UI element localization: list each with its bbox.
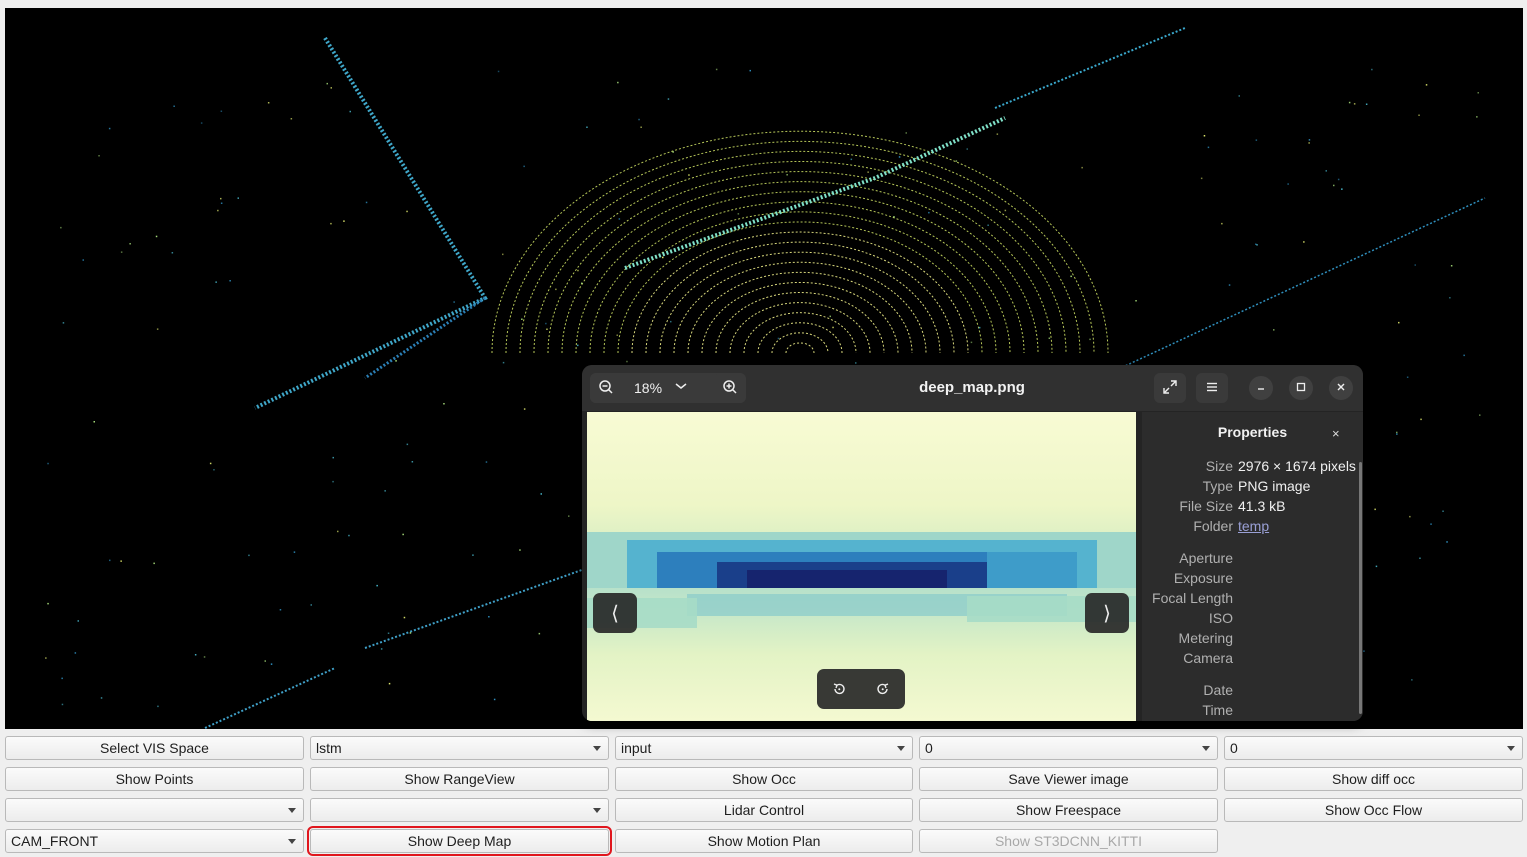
zoom-control: 18% — [590, 373, 746, 403]
rotate-right-icon — [875, 683, 891, 701]
folder-link[interactable]: temp — [1238, 518, 1269, 534]
show-rangeview-button[interactable]: Show RangeView — [310, 767, 609, 791]
dropdown-arrow-icon — [897, 746, 905, 751]
property-key: Metering — [1178, 630, 1233, 646]
lidar-control-button[interactable]: Lidar Control — [615, 798, 913, 822]
property-key: Exposure — [1173, 570, 1233, 586]
zoom-out-button[interactable] — [590, 373, 622, 403]
show-freespace-button[interactable]: Show Freespace — [919, 798, 1218, 822]
input-select-value: input — [621, 740, 652, 756]
property-type: Type PNG image — [1142, 478, 1363, 498]
properties-close-button[interactable]: × — [1332, 426, 1340, 441]
rotate-left-button[interactable] — [827, 677, 851, 701]
camera-select[interactable]: CAM_FRONT — [5, 829, 304, 853]
property-value: 2976 × 1674 pixels — [1238, 458, 1356, 474]
maximize-icon — [1296, 381, 1306, 395]
model-select[interactable]: lstm — [310, 736, 609, 760]
property-metering: Metering — [1142, 630, 1363, 650]
next-image-button[interactable]: ⟩ — [1085, 593, 1129, 633]
show-motion-plan-button[interactable]: Show Motion Plan — [615, 829, 913, 853]
dropdown-arrow-icon — [593, 808, 601, 813]
zoom-in-button[interactable] — [714, 373, 746, 403]
rotate-right-button[interactable] — [871, 677, 895, 701]
dropdown-arrow-icon — [593, 746, 601, 751]
show-st3dcnn-kitti-button: Show ST3DCNN_KITTI — [919, 829, 1218, 853]
property-date: Date — [1142, 682, 1363, 702]
property-exposure: Exposure — [1142, 570, 1363, 590]
property-value: 41.3 kB — [1238, 498, 1286, 514]
zoom-out-icon — [598, 379, 614, 398]
rotate-left-icon — [831, 683, 847, 701]
select-vis-space-button[interactable]: Select VIS Space — [5, 736, 304, 760]
property-iso: ISO — [1142, 610, 1363, 630]
fullscreen-button[interactable] — [1154, 373, 1186, 403]
image-viewer-window: 18% deep_map.png ⟨ ⟩ Properties × Size 2… — [582, 365, 1363, 721]
image-viewer-header: 18% deep_map.png — [582, 365, 1363, 411]
minimize-icon — [1256, 381, 1266, 395]
index-select-2[interactable]: 0 — [1224, 736, 1523, 760]
input-select[interactable]: input — [615, 736, 913, 760]
property-focal-length: Focal Length — [1142, 590, 1363, 610]
property-file-size: File Size 41.3 kB — [1142, 498, 1363, 518]
property-size: Size 2976 × 1674 pixels — [1142, 458, 1363, 478]
camera-select-value: CAM_FRONT — [11, 833, 99, 849]
hamburger-menu-icon — [1205, 380, 1219, 397]
chevron-right-icon: ⟩ — [1103, 602, 1111, 625]
property-time: Time — [1142, 702, 1363, 721]
property-key: ISO — [1208, 610, 1233, 626]
show-diff-occ-button[interactable]: Show diff occ — [1224, 767, 1523, 791]
properties-title: Properties — [1217, 424, 1288, 440]
dropdown-arrow-icon — [1202, 746, 1210, 751]
previous-image-button[interactable]: ⟨ — [593, 593, 637, 633]
index-select-1[interactable]: 0 — [919, 736, 1218, 760]
model-select-value: lstm — [316, 740, 342, 756]
show-occ-flow-button[interactable]: Show Occ Flow — [1224, 798, 1523, 822]
property-folder: Folder temp — [1142, 518, 1363, 538]
index-select-2-value: 0 — [1230, 740, 1238, 756]
dropdown-arrow-icon — [1507, 746, 1515, 751]
chevron-down-icon[interactable] — [674, 379, 688, 398]
maximize-button[interactable] — [1289, 376, 1313, 400]
close-button[interactable] — [1329, 376, 1353, 400]
fullscreen-icon — [1162, 379, 1178, 398]
property-camera: Camera — [1142, 650, 1363, 670]
index-select-1-value: 0 — [925, 740, 933, 756]
save-viewer-image-button[interactable]: Save Viewer image — [919, 767, 1218, 791]
property-key: Date — [1203, 682, 1233, 698]
show-occ-button[interactable]: Show Occ — [615, 767, 913, 791]
property-aperture: Aperture — [1142, 550, 1363, 570]
empty-select-2[interactable] — [310, 798, 609, 822]
window-title: deep_map.png — [919, 379, 1025, 396]
property-key: Size — [1205, 458, 1233, 474]
property-key: Type — [1202, 478, 1233, 494]
zoom-level[interactable]: 18% — [634, 373, 662, 403]
show-points-button[interactable]: Show Points — [5, 767, 304, 791]
show-deep-map-button[interactable]: Show Deep Map — [307, 826, 612, 856]
property-key: Aperture — [1179, 550, 1233, 566]
rotate-toolbar — [817, 669, 905, 709]
close-icon — [1336, 381, 1346, 395]
property-key: Focal Length — [1152, 590, 1233, 606]
property-key: Time — [1202, 702, 1233, 718]
menu-button[interactable] — [1196, 373, 1228, 403]
chevron-left-icon: ⟨ — [611, 602, 619, 625]
property-key: Camera — [1183, 650, 1233, 666]
dropdown-arrow-icon — [288, 808, 296, 813]
empty-select-1[interactable] — [5, 798, 304, 822]
dropdown-arrow-icon — [288, 839, 296, 844]
properties-panel: Properties × Size 2976 × 1674 pixels Typ… — [1142, 412, 1363, 721]
minimize-button[interactable] — [1249, 376, 1273, 400]
property-key: Folder — [1193, 518, 1233, 534]
property-value: PNG image — [1238, 478, 1311, 494]
zoom-in-icon — [722, 379, 738, 398]
property-key: File Size — [1179, 498, 1233, 514]
